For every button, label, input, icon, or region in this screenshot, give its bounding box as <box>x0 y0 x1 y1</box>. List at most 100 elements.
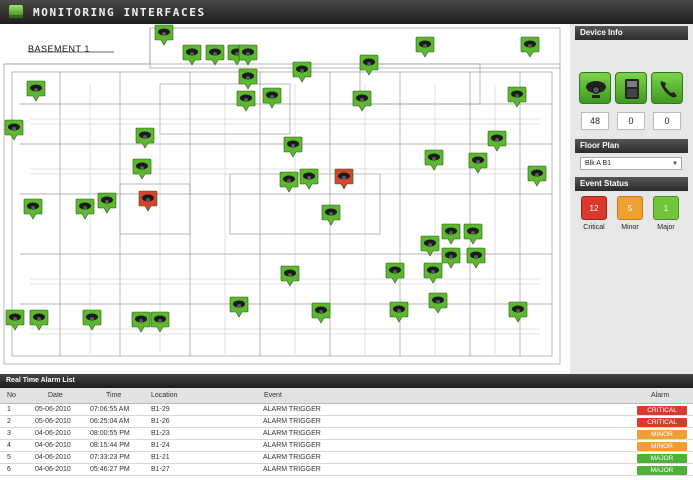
camera-marker-alarm[interactable] <box>138 190 158 212</box>
camera-marker[interactable] <box>441 223 461 245</box>
camera-marker[interactable] <box>29 309 49 331</box>
cell-date: 04-06-2010 <box>35 430 71 437</box>
camera-icon <box>182 44 202 66</box>
cell-time: 07:06:55 AM <box>90 406 130 413</box>
critical-count[interactable]: 12 <box>581 196 607 220</box>
camera-icon <box>463 223 483 245</box>
alarm-badge: MINOR <box>637 442 687 451</box>
camera-icon <box>389 301 409 323</box>
cell-location: B1-29 <box>151 406 170 413</box>
floor-label: BASEMENT 1 <box>28 44 90 54</box>
camera-marker[interactable] <box>520 36 540 58</box>
major-count[interactable]: 1 <box>653 196 679 220</box>
floor-plan-selected: Blk A B1 <box>585 160 612 167</box>
camera-marker[interactable] <box>283 136 303 158</box>
camera-marker[interactable] <box>385 262 405 284</box>
camera-marker[interactable] <box>292 61 312 83</box>
camera-marker[interactable] <box>359 54 379 76</box>
table-row[interactable]: 2 05-06-2010 06:25:04 AM B1-26 ALARM TRIGGER… <box>0 417 693 428</box>
alarm-badge: CRITICAL <box>637 406 687 415</box>
table-row[interactable]: 1 05-06-2010 07:06:55 AM B1-29 ALARM TRIGGER… <box>0 405 693 416</box>
floor-map[interactable]: BASEMENT 1 <box>0 24 570 374</box>
camera-marker[interactable] <box>466 247 486 269</box>
intercom-device-button[interactable] <box>615 72 647 104</box>
camera-marker[interactable] <box>527 165 547 187</box>
intercom-icon <box>625 79 639 99</box>
camera-marker[interactable] <box>428 292 448 314</box>
alarm-badge: MAJOR <box>637 454 687 463</box>
cell-event: ALARM TRIGGER <box>263 430 321 437</box>
camera-marker[interactable] <box>97 192 117 214</box>
table-row[interactable]: 6 04-06-2010 05:46:27 PM B1-27 ALARM TRIGGER… <box>0 465 693 476</box>
camera-icon <box>385 262 405 284</box>
col-location: Location <box>151 392 178 399</box>
camera-icon <box>441 247 461 269</box>
camera-marker[interactable] <box>131 311 151 333</box>
camera-marker[interactable] <box>154 24 174 46</box>
camera-marker-alarm[interactable] <box>334 168 354 190</box>
camera-marker[interactable] <box>262 87 282 109</box>
camera-marker[interactable] <box>82 309 102 331</box>
phone-device-button[interactable] <box>651 72 683 104</box>
camera-icon <box>466 247 486 269</box>
cell-no: 5 <box>7 454 11 461</box>
camera-marker[interactable] <box>182 44 202 66</box>
critical-label: Critical <box>583 224 605 231</box>
camera-marker[interactable] <box>508 301 528 323</box>
intercom-count: 0 <box>617 112 645 130</box>
camera-icon <box>4 119 24 141</box>
camera-marker[interactable] <box>468 152 488 174</box>
floor-plan-select[interactable]: Blk A B1 ▼ <box>580 157 682 170</box>
camera-marker[interactable] <box>23 198 43 220</box>
camera-marker[interactable] <box>132 158 152 180</box>
camera-marker[interactable] <box>279 171 299 193</box>
camera-marker[interactable] <box>280 265 300 287</box>
camera-marker[interactable] <box>463 223 483 245</box>
camera-marker[interactable] <box>4 119 24 141</box>
camera-marker[interactable] <box>352 90 372 112</box>
cell-no: 4 <box>7 442 11 449</box>
phone-icon <box>660 81 677 98</box>
camera-icon <box>280 265 300 287</box>
alarm-badge: MINOR <box>637 430 687 439</box>
camera-marker[interactable] <box>299 168 319 190</box>
minor-count[interactable]: 5 <box>617 196 643 220</box>
camera-marker[interactable] <box>424 149 444 171</box>
camera-marker[interactable] <box>238 68 258 90</box>
camera-marker[interactable] <box>415 36 435 58</box>
table-row[interactable]: 5 04-06-2010 07:33:23 PM B1-21 ALARM TRIGGER… <box>0 453 693 464</box>
table-row[interactable]: 3 04-06-2010 08:00:55 PM B1-23 ALARM TRIGGER… <box>0 429 693 440</box>
camera-marker[interactable] <box>135 127 155 149</box>
camera-marker[interactable] <box>389 301 409 323</box>
alarm-badge: CRITICAL <box>637 418 687 427</box>
camera-icon <box>508 301 528 323</box>
camera-marker[interactable] <box>205 44 225 66</box>
cell-time: 07:33:23 PM <box>90 454 130 461</box>
app-title: MONITORING INTERFACES <box>33 6 206 19</box>
camera-marker[interactable] <box>150 311 170 333</box>
camera-icon <box>283 136 303 158</box>
camera-icon <box>97 192 117 214</box>
camera-marker[interactable] <box>229 296 249 318</box>
camera-marker[interactable] <box>423 262 443 284</box>
camera-marker[interactable] <box>26 80 46 102</box>
camera-marker[interactable] <box>441 247 461 269</box>
camera-marker[interactable] <box>236 90 256 112</box>
camera-marker[interactable] <box>321 204 341 226</box>
camera-marker[interactable] <box>487 130 507 152</box>
camera-icon <box>468 152 488 174</box>
camera-icon <box>352 90 372 112</box>
camera-marker[interactable] <box>311 302 331 324</box>
camera-marker[interactable] <box>420 235 440 257</box>
table-row[interactable]: 4 04-06-2010 08:15:44 PM B1-24 ALARM TRIGGER… <box>0 441 693 452</box>
camera-marker[interactable] <box>507 86 527 108</box>
camera-icon <box>150 311 170 333</box>
camera-device-button[interactable] <box>579 72 611 104</box>
camera-icon <box>520 36 540 58</box>
camera-marker[interactable] <box>5 309 25 331</box>
camera-icon <box>334 168 354 190</box>
camera-marker[interactable] <box>238 44 258 66</box>
camera-icon <box>23 198 43 220</box>
camera-marker[interactable] <box>75 198 95 220</box>
chevron-down-icon: ▼ <box>672 161 678 167</box>
